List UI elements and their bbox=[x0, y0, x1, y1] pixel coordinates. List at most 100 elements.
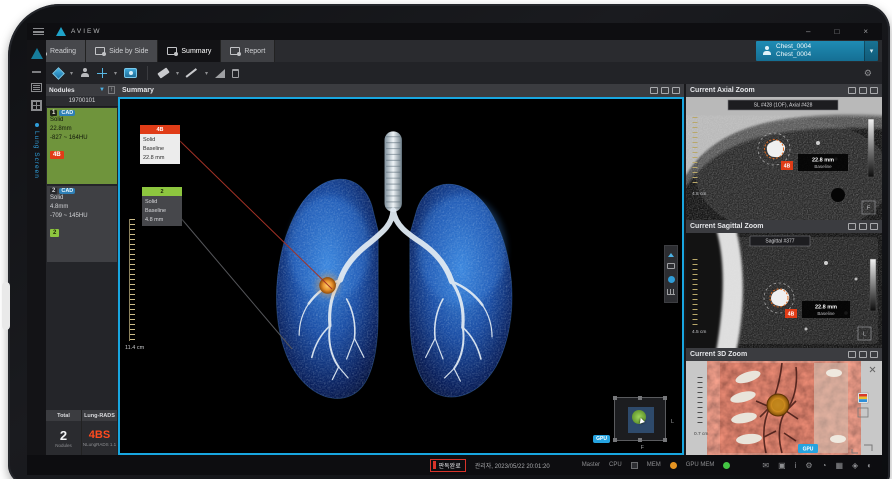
sagittal-panel-header: Current Sagittal Zoom bbox=[686, 220, 882, 233]
close-button[interactable]: × bbox=[863, 27, 868, 36]
measure-dropdown-caret[interactable]: ▾ bbox=[205, 70, 208, 77]
tab-report[interactable]: Report bbox=[221, 40, 275, 62]
study-date[interactable]: 19700101 bbox=[46, 96, 118, 107]
delete-tool[interactable] bbox=[232, 69, 239, 78]
3d-lung-viewport[interactable]: 4B Solid Baseline 22.8 mm 2 Solid Baseli… bbox=[118, 97, 684, 455]
report-tab-icon bbox=[230, 47, 240, 55]
status-bar: 판독완료 관리자, 2023/05/22 20:01:20 Master CPU… bbox=[27, 455, 882, 475]
total-nodule-unit: Nodules bbox=[55, 443, 72, 448]
axial-ct-image: SL #428 (1OF), Axial #428 4B 22.8 mm Bas… bbox=[686, 97, 882, 220]
capture-tool[interactable] bbox=[124, 68, 137, 78]
patient-selector[interactable]: Chest_0004 Chest_0004 ▾ bbox=[756, 41, 878, 61]
layout-grid-icon[interactable] bbox=[31, 100, 42, 111]
sagittal-orientation-letter: L bbox=[863, 331, 866, 337]
orientation-thumbnail[interactable]: ▲ bbox=[628, 407, 654, 433]
eraser-icon bbox=[157, 67, 169, 78]
settings-gear-icon[interactable]: ⚙ bbox=[864, 68, 872, 79]
viewport-mini-toolbar bbox=[664, 245, 678, 303]
settings-icon[interactable]: ⚙ bbox=[805, 461, 812, 470]
filter-icon[interactable]: ▼ bbox=[99, 87, 105, 93]
user-mini-icon[interactable] bbox=[668, 276, 675, 283]
nodule-hu-range: -827 ~ 164HU bbox=[50, 134, 114, 143]
tab-label: Report bbox=[244, 48, 265, 55]
user-tool[interactable] bbox=[80, 68, 90, 78]
gpu-render-badge: GPU bbox=[593, 435, 610, 443]
menu-icon[interactable] bbox=[33, 28, 44, 35]
snapshot-icon[interactable] bbox=[848, 223, 856, 230]
app-screen: AVIEW – □ × Reading Side by Side Summary bbox=[27, 23, 882, 475]
3d-volume-view[interactable]: 0.7 cm GPU bbox=[686, 361, 882, 455]
diamond-nav-icon bbox=[52, 67, 65, 80]
orientation-letter-right: L bbox=[671, 419, 674, 425]
nodule-annotation-1[interactable]: 4B Solid Baseline 22.8 mm bbox=[140, 125, 180, 164]
power-icon[interactable]: ◐ bbox=[867, 461, 872, 470]
nodule-size: 4.8mm bbox=[50, 203, 114, 212]
crosshair-dropdown-caret[interactable]: ▾ bbox=[114, 70, 117, 77]
annotation-size: 4.8 mm bbox=[145, 216, 179, 225]
maximize-panel-icon[interactable] bbox=[870, 87, 878, 94]
monitor-icon[interactable]: ▦ bbox=[835, 461, 843, 470]
3d-volume-image: 0.7 cm GPU bbox=[686, 361, 882, 455]
axial-ct-view[interactable]: SL #428 (1OF), Axial #428 4B 22.8 mm Bas… bbox=[686, 97, 882, 220]
minimize-button[interactable]: – bbox=[806, 27, 810, 36]
chart-mini-icon[interactable] bbox=[667, 289, 675, 295]
collapse-icon[interactable] bbox=[32, 71, 41, 73]
total-column-header: Total bbox=[46, 410, 82, 421]
pan-cursor-icon: ▲ bbox=[635, 414, 647, 426]
navigation-tool[interactable] bbox=[54, 69, 63, 78]
aview-logo-icon bbox=[56, 27, 66, 36]
tab-side-by-side[interactable]: Side by Side bbox=[86, 40, 158, 62]
tab-summary[interactable]: Summary bbox=[158, 40, 221, 62]
info-icon[interactable]: i bbox=[795, 461, 797, 470]
sort-icon[interactable]: ↑ bbox=[108, 86, 115, 94]
annotation-size: 22.8 mm bbox=[143, 154, 177, 163]
snapshot-icon[interactable] bbox=[848, 87, 856, 94]
clock-icon[interactable]: ◔ bbox=[822, 461, 827, 470]
tab-label: Side by Side bbox=[109, 48, 148, 55]
left-rail: Lung Screen bbox=[27, 40, 46, 455]
crosshair-tool[interactable] bbox=[97, 68, 107, 78]
maximize-button[interactable]: □ bbox=[834, 27, 839, 36]
cpu-label: CPU bbox=[609, 462, 622, 468]
rail-menu-icon[interactable] bbox=[31, 83, 42, 92]
maximize-panel-icon[interactable] bbox=[672, 87, 680, 94]
copy-status-icon[interactable]: ▣ bbox=[778, 461, 786, 470]
message-icon[interactable]: ✉ bbox=[762, 461, 769, 470]
toolbar: ▾ ▾ ▾ ▾ ⚙ bbox=[46, 62, 882, 84]
status-red-bar bbox=[433, 461, 436, 469]
window-controls: – □ × bbox=[806, 27, 868, 36]
maximize-panel-icon[interactable] bbox=[870, 223, 878, 230]
eraser-dropdown-caret[interactable]: ▾ bbox=[176, 70, 179, 77]
sagittal-ct-view[interactable]: Sagittal #377 4B 22.8 mm Baseline 4.5 cm… bbox=[686, 233, 882, 348]
copy-icon[interactable] bbox=[859, 87, 867, 94]
nodule-card-1[interactable]: 1 CAD Solid 22.8mm -827 ~ 164HU 4B bbox=[47, 108, 117, 184]
axial-zoom-panel: Current Axial Zoom bbox=[686, 84, 882, 220]
snapshot-icon[interactable] bbox=[848, 351, 856, 358]
nav-dropdown-caret[interactable]: ▾ bbox=[70, 70, 73, 77]
axial-tooltip-baseline: Baseline bbox=[814, 164, 832, 169]
sagittal-ct-image: Sagittal #377 4B 22.8 mm Baseline 4.5 cm… bbox=[686, 233, 882, 348]
orientation-navigator[interactable]: ▲ bbox=[614, 397, 666, 441]
notification-icon[interactable]: ◈ bbox=[852, 461, 858, 470]
nodule-type: Solid bbox=[50, 116, 114, 125]
3d-zoom-panel: Current 3D Zoom bbox=[686, 348, 882, 455]
nodule-card-2[interactable]: 2 CAD Solid 4.8mm -709 ~ 145HU 2 bbox=[47, 186, 117, 262]
patient-dropdown-caret[interactable]: ▾ bbox=[864, 41, 878, 61]
copy-icon[interactable] bbox=[859, 351, 867, 358]
nodule-type: Solid bbox=[50, 194, 114, 203]
chevron-up-icon[interactable] bbox=[668, 253, 674, 257]
measure-tool[interactable] bbox=[186, 68, 198, 78]
snapshot-mini-icon[interactable] bbox=[667, 263, 675, 269]
axial-rads-badge: 4B bbox=[784, 163, 791, 169]
total-nodule-count: 2 bbox=[60, 429, 67, 442]
maximize-panel-icon[interactable] bbox=[870, 351, 878, 358]
copy-icon[interactable] bbox=[859, 223, 867, 230]
ruler-measure-icon bbox=[186, 68, 198, 78]
scale-ruler-label: 11.4 cm bbox=[125, 345, 144, 351]
tab-label: Summary bbox=[181, 48, 211, 55]
angle-tool[interactable] bbox=[215, 69, 225, 78]
copy-icon[interactable] bbox=[661, 87, 669, 94]
nodule-annotation-2[interactable]: 2 Solid Baseline 4.8 mm bbox=[142, 187, 182, 226]
eraser-tool[interactable] bbox=[158, 70, 169, 76]
snapshot-icon[interactable] bbox=[650, 87, 658, 94]
